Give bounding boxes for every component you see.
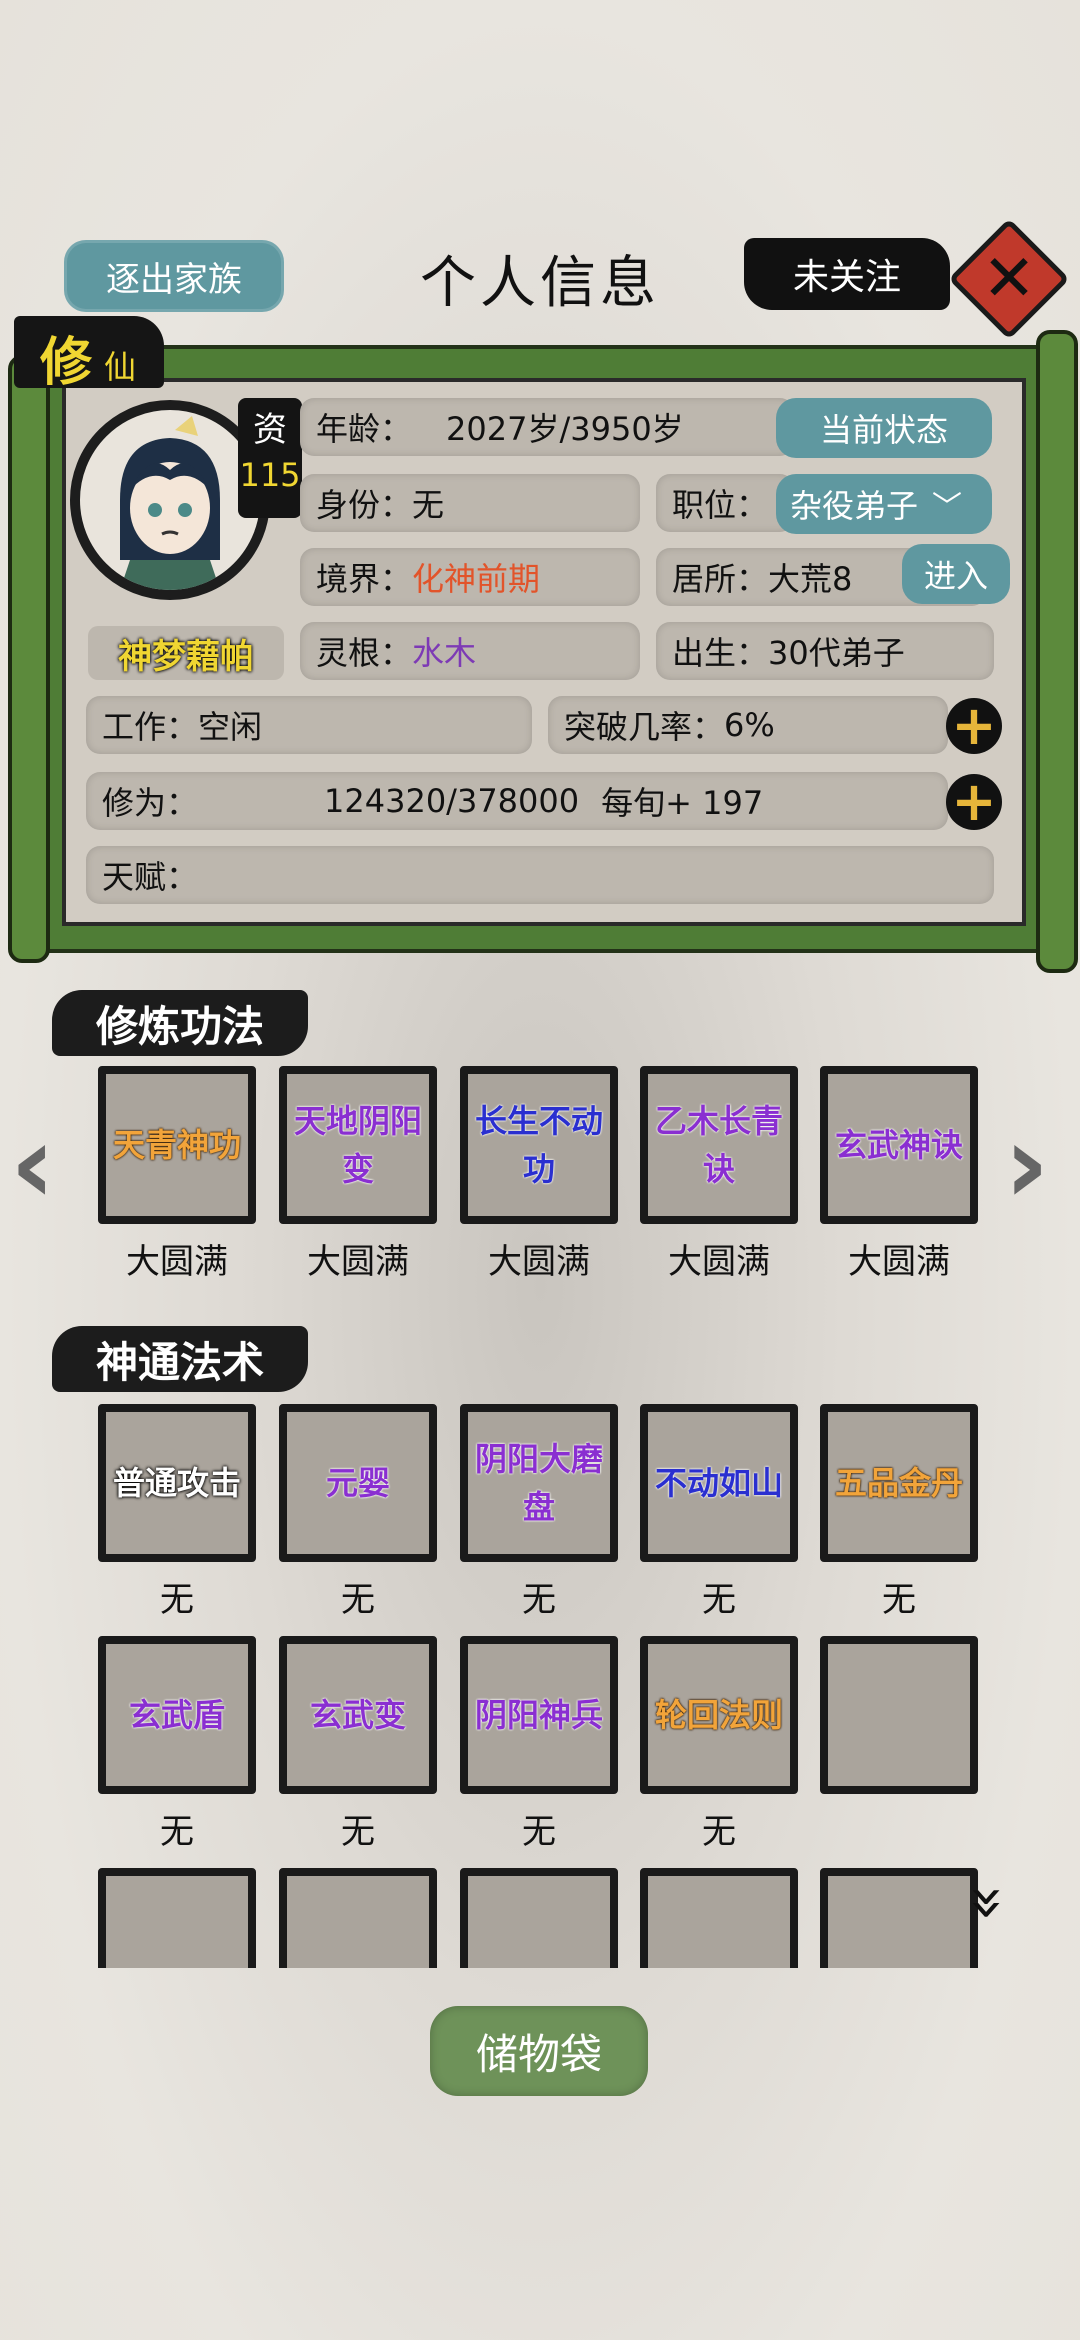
cultivation-rate: 每旬+ 197 bbox=[601, 784, 764, 822]
work-row: 工作： 空闲 bbox=[86, 696, 532, 754]
realm-label: 境界： bbox=[316, 560, 413, 598]
storage-bag-button[interactable]: 储物袋 bbox=[430, 2006, 648, 2096]
technique-tile[interactable]: 天青神功 bbox=[98, 1066, 256, 1224]
breakthrough-value: 6% bbox=[724, 706, 775, 744]
spell-row-partial bbox=[0, 1868, 1080, 1968]
identity-label: 身份： bbox=[316, 486, 413, 524]
spell-level: 无 bbox=[341, 1580, 375, 1620]
scroll-down-chevron-icon[interactable]: » bbox=[953, 1885, 1023, 1922]
aptitude-value: 115 bbox=[239, 456, 301, 494]
realm-row: 境界： 化神前期 bbox=[300, 548, 640, 606]
spell-tile[interactable]: 不动如山 bbox=[640, 1404, 798, 1562]
technique-level: 大圆满 bbox=[126, 1242, 228, 1282]
talent-label: 天赋： bbox=[102, 858, 199, 896]
spell-level: 无 bbox=[882, 1580, 916, 1620]
cultivation-tag-subchar: 仙 bbox=[104, 348, 137, 386]
birth-row: 出生： 30代弟子 bbox=[656, 622, 994, 680]
technique-level: 大圆满 bbox=[848, 1242, 950, 1282]
talent-row: 天赋： bbox=[86, 846, 994, 904]
breakthrough-row: 突破几率： 6% bbox=[548, 696, 948, 754]
spell-level: 无 bbox=[522, 1580, 556, 1620]
realm-value: 化神前期 bbox=[412, 560, 541, 598]
technique-tile[interactable]: 乙木长青诀 bbox=[640, 1066, 798, 1224]
spell-tile[interactable]: 普通攻击 bbox=[98, 1404, 256, 1562]
techniques-prev-arrow[interactable]: ‹ bbox=[10, 1100, 55, 1228]
technique-tile[interactable]: 玄武神诀 bbox=[820, 1066, 978, 1224]
work-value: 空闲 bbox=[198, 708, 263, 746]
spell-tile[interactable]: 玄武盾 bbox=[98, 1636, 256, 1794]
spell-tile-empty[interactable] bbox=[640, 1868, 798, 1968]
character-portrait-icon bbox=[120, 416, 220, 590]
spell-tile[interactable]: 阴阳大磨盘 bbox=[460, 1404, 618, 1562]
age-row: 年龄： 2027岁/3950岁 bbox=[300, 398, 794, 456]
cultivation-label: 修为： bbox=[102, 784, 199, 822]
cultivation-tag-char: 修 bbox=[40, 333, 93, 393]
spirit-root-value: 水木 bbox=[412, 634, 477, 672]
spell-level: 无 bbox=[341, 1812, 375, 1852]
scroll-rod-right bbox=[1036, 330, 1078, 973]
character-name: 神梦藉帕 bbox=[88, 626, 284, 680]
birth-value: 30代弟子 bbox=[768, 634, 905, 672]
chevron-down-icon: ﹀ bbox=[932, 490, 963, 525]
spell-tile-empty[interactable] bbox=[820, 1636, 978, 1794]
age-value: 2027岁/3950岁 bbox=[446, 410, 684, 448]
spell-tile-empty[interactable] bbox=[279, 1868, 437, 1968]
spirit-root-label: 灵根： bbox=[316, 634, 413, 672]
breakthrough-label: 突破几率： bbox=[564, 708, 725, 746]
identity-value: 无 bbox=[412, 486, 445, 524]
position-row: 职位： bbox=[656, 474, 794, 532]
enter-residence-button[interactable]: 进入 bbox=[902, 544, 1010, 604]
technique-level: 大圆满 bbox=[488, 1242, 590, 1282]
spell-tile-empty[interactable] bbox=[460, 1868, 618, 1968]
spell-tile[interactable]: 玄武变 bbox=[279, 1636, 437, 1794]
breakthrough-plus-button[interactable]: + bbox=[946, 698, 1002, 754]
residence-value: 大荒8 bbox=[768, 560, 853, 598]
technique-level: 大圆满 bbox=[307, 1242, 409, 1282]
spell-level: 无 bbox=[702, 1812, 736, 1852]
spell-tile[interactable]: 轮回法则 bbox=[640, 1636, 798, 1794]
technique-level: 大圆满 bbox=[668, 1242, 770, 1282]
birth-label: 出生： bbox=[672, 634, 769, 672]
follow-button[interactable]: 未关注 bbox=[744, 238, 950, 310]
cultivation-row: 修为： 124320/378000 每旬+ 197 bbox=[86, 772, 948, 830]
position-select[interactable]: 杂役弟子 ﹀ bbox=[776, 474, 992, 534]
spell-tile-empty[interactable] bbox=[98, 1868, 256, 1968]
age-label: 年龄： bbox=[316, 410, 413, 448]
spell-level: 无 bbox=[160, 1812, 194, 1852]
spirit-root-row: 灵根： 水木 bbox=[300, 622, 640, 680]
techniques-next-arrow[interactable]: › bbox=[1004, 1100, 1049, 1228]
techniques-section-title: 修炼功法 bbox=[52, 990, 308, 1056]
current-status-button[interactable]: 当前状态 bbox=[776, 398, 992, 458]
spell-tile[interactable]: 元婴 bbox=[279, 1404, 437, 1562]
residence-label: 居所： bbox=[672, 560, 769, 598]
aptitude-label: 资 bbox=[253, 410, 287, 450]
close-icon: ✕ bbox=[982, 242, 1036, 316]
cultivation-plus-button[interactable]: + bbox=[946, 774, 1002, 830]
spell-tile[interactable]: 五品金丹 bbox=[820, 1404, 978, 1562]
cultivation-value: 124320/378000 bbox=[324, 782, 580, 820]
work-label: 工作： bbox=[102, 708, 199, 746]
spell-level: 无 bbox=[702, 1580, 736, 1620]
spell-level: 无 bbox=[160, 1580, 194, 1620]
identity-row: 身份： 无 bbox=[300, 474, 640, 532]
technique-tile[interactable]: 天地阴阳变 bbox=[279, 1066, 437, 1224]
scroll-rod-left bbox=[8, 355, 50, 963]
spell-level: 无 bbox=[522, 1812, 556, 1852]
position-label: 职位： bbox=[672, 486, 769, 524]
position-value: 杂役弟子 bbox=[790, 487, 919, 525]
spell-tile[interactable]: 阴阳神兵 bbox=[460, 1636, 618, 1794]
spells-section-title: 神通法术 bbox=[52, 1326, 308, 1392]
technique-tile[interactable]: 长生不动功 bbox=[460, 1066, 618, 1224]
